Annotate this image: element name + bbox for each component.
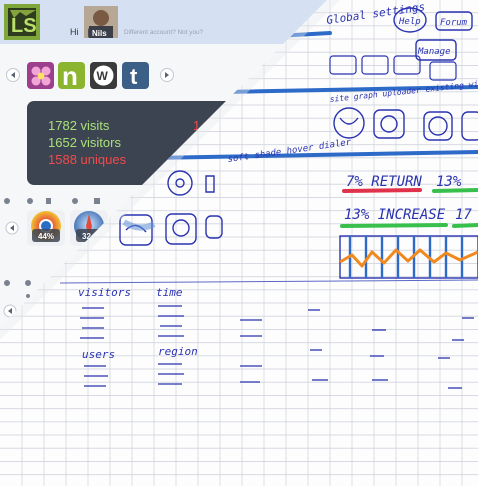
flower-app-icon[interactable] [27, 62, 54, 89]
sketch-increase-stat-2: 17 [455, 207, 472, 223]
sketch-visitors-label: visitors [78, 286, 131, 299]
app-logo: LS [4, 4, 40, 40]
svg-text:n: n [62, 61, 78, 91]
n-app-icon[interactable]: n [58, 61, 85, 91]
wordpress-icon[interactable]: W [90, 62, 117, 89]
sketch-pct-stat: 13% [436, 174, 462, 190]
carousel-prev-button-2[interactable] [5, 221, 19, 235]
chrome-percent: 44% [38, 232, 54, 241]
stat-visits: 1782 visits [48, 118, 110, 133]
sketch-return-stat: 7% RETURN [346, 174, 422, 190]
eye-icon-2 [4, 280, 10, 286]
stat-uniques: 1588 uniques [48, 152, 127, 167]
svg-text:t: t [130, 64, 138, 89]
marker-green-underline-3 [452, 223, 478, 228]
sketch-time-label: time [156, 286, 183, 299]
sketch-label-manage: Manage [417, 47, 451, 57]
gear-icon [27, 198, 33, 204]
carousel-prev-button[interactable] [6, 68, 20, 82]
eye-icon [4, 198, 10, 204]
svg-text:W: W [97, 69, 109, 83]
tumblr-icon[interactable]: t [122, 62, 149, 89]
user-name: Nils [92, 29, 107, 38]
sketch-users-label: users [82, 348, 115, 361]
greeting-text: Hi [70, 27, 79, 37]
svg-text:LS: LS [11, 15, 37, 37]
sketch-increase-stat: 13% INCREASE [344, 207, 446, 223]
bars-icon-2 [94, 198, 100, 204]
sketch-region-label: region [158, 345, 198, 358]
sketch-label-help: Help [398, 17, 421, 27]
bars-icon [46, 198, 51, 204]
carousel-next-button[interactable] [160, 68, 174, 82]
chrome-browser-tile[interactable]: 44% [27, 210, 65, 246]
sketch-label-forum: Forum [440, 18, 468, 28]
marker-red-underline [342, 188, 422, 193]
gear-icon-2 [72, 198, 78, 204]
dot-icon [26, 294, 30, 298]
gear-icon-3 [25, 280, 31, 286]
composite-view: Global settings Help Forum Manage site g… [0, 0, 478, 486]
stat-visitors: 1652 visitors [48, 135, 121, 150]
page: Global settings Help Forum Manage site g… [0, 0, 478, 486]
marker-green-underline-2 [340, 223, 448, 228]
marker-green-underline [432, 188, 478, 193]
different-account-link[interactable]: Different account? Not you? [124, 29, 204, 36]
